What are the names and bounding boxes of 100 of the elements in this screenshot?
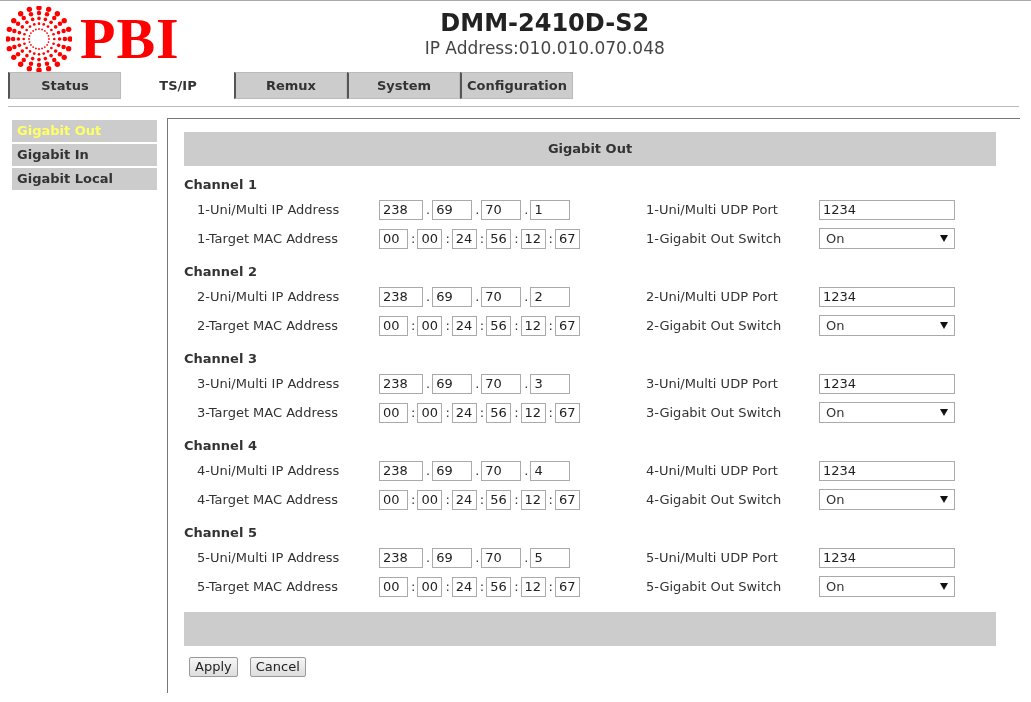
field-label: 1-Uni/Multi UDP Port (646, 200, 779, 219)
input-field[interactable]: 1234 (819, 199, 955, 220)
separator-text: . (474, 287, 481, 306)
separator-text: : (478, 490, 486, 509)
nav-tab[interactable]: System (347, 72, 460, 99)
nav-tab[interactable]: Status (8, 72, 121, 99)
separator-text: : (410, 229, 417, 248)
input-field[interactable]: 24 (451, 228, 477, 249)
input-field[interactable]: 12 (520, 228, 546, 249)
separator-text: : (547, 403, 554, 422)
separator-text: : (513, 403, 520, 422)
input-field[interactable]: 69 (432, 199, 473, 220)
panel-title: Gigabit Out (184, 132, 996, 166)
input-field[interactable]: 67 (554, 228, 580, 249)
channel-heading: Channel 1 (184, 175, 258, 194)
separator-text: . (474, 200, 481, 219)
input-field[interactable]: 12 (520, 315, 546, 336)
input-field[interactable]: 70 (481, 373, 522, 394)
input-field[interactable]: 56 (486, 402, 512, 423)
input-field[interactable]: 12 (520, 576, 546, 597)
input-field[interactable]: 56 (486, 489, 512, 510)
input-field[interactable]: 24 (451, 489, 477, 510)
input-field[interactable]: 24 (451, 402, 477, 423)
field-label: 1-Uni/Multi IP Address (196, 200, 341, 219)
input-field[interactable]: 1234 (819, 547, 955, 568)
input-field[interactable]: 67 (554, 576, 580, 597)
input-field[interactable]: 3 (530, 373, 571, 394)
separator-text: : (478, 403, 486, 422)
separator-text: : (547, 316, 554, 335)
input-field[interactable]: 238 (379, 199, 423, 220)
input-field[interactable]: 00 (417, 315, 443, 336)
action-button[interactable]: Cancel (249, 657, 306, 677)
nav-tab[interactable]: Configuration (460, 72, 573, 99)
input-field[interactable]: 00 (379, 576, 408, 597)
caret-icon (940, 322, 948, 329)
switch-dropdown[interactable]: On (819, 489, 955, 510)
input-field[interactable]: 56 (486, 228, 512, 249)
separator-text: : (410, 577, 417, 596)
switch-dropdown[interactable]: On (819, 315, 955, 336)
input-field[interactable]: 00 (379, 315, 408, 336)
input-field[interactable]: 70 (481, 547, 522, 568)
input-field[interactable]: 1234 (819, 286, 955, 307)
input-field[interactable]: 00 (379, 402, 408, 423)
field-label: 5-Uni/Multi IP Address (196, 548, 341, 567)
input-field[interactable]: 69 (432, 547, 473, 568)
input-field[interactable]: 5 (530, 547, 571, 568)
input-field[interactable]: 56 (486, 315, 512, 336)
switch-dropdown[interactable]: On (819, 576, 955, 597)
action-button[interactable]: Apply (189, 657, 238, 677)
separator-text: . (523, 548, 530, 567)
nav-tab[interactable]: Remux (234, 72, 347, 99)
input-field[interactable]: 00 (417, 576, 443, 597)
separator-text: . (425, 287, 432, 306)
input-field[interactable]: 70 (481, 199, 522, 220)
input-field[interactable]: 24 (451, 576, 477, 597)
input-field[interactable]: 238 (379, 547, 423, 568)
input-field[interactable]: 69 (432, 460, 473, 481)
input-field[interactable]: 00 (379, 228, 408, 249)
switch-dropdown[interactable]: On (819, 228, 955, 249)
field-label: 5-Gigabit Out Switch (646, 577, 783, 596)
field-label: 4-Uni/Multi UDP Port (646, 461, 779, 480)
field-label: 1-Target MAC Address (196, 229, 339, 248)
separator-text: . (474, 461, 481, 480)
input-field[interactable]: 00 (417, 402, 443, 423)
input-field[interactable]: 00 (417, 489, 443, 510)
input-field[interactable]: 69 (432, 286, 473, 307)
separator-text: . (425, 548, 432, 567)
logo: PBI (80, 9, 180, 68)
input-field[interactable]: 1234 (819, 373, 955, 394)
input-field[interactable]: 238 (379, 286, 423, 307)
input-field[interactable]: 238 (379, 460, 423, 481)
input-field[interactable]: 00 (379, 489, 408, 510)
input-field[interactable]: 12 (520, 489, 546, 510)
input-field[interactable]: 1 (530, 199, 571, 220)
field-label: 3-Gigabit Out Switch (646, 403, 783, 422)
separator-text: . (523, 287, 530, 306)
field-label: 4-Target MAC Address (196, 490, 339, 509)
caret-icon (940, 235, 948, 242)
input-field[interactable]: 1234 (819, 460, 955, 481)
separator-text: : (410, 403, 417, 422)
input-field[interactable]: 238 (379, 373, 423, 394)
separator-text: : (478, 229, 486, 248)
field-label: 5-Target MAC Address (196, 577, 339, 596)
sidebar-item[interactable]: Gigabit Local (12, 168, 157, 190)
input-field[interactable]: 69 (432, 373, 473, 394)
input-field[interactable]: 67 (554, 315, 580, 336)
input-field[interactable]: 12 (520, 402, 546, 423)
switch-dropdown[interactable]: On (819, 402, 955, 423)
input-field[interactable]: 70 (481, 460, 522, 481)
channel-heading: Channel 4 (184, 436, 258, 455)
input-field[interactable]: 67 (554, 489, 580, 510)
input-field[interactable]: 4 (530, 460, 571, 481)
input-field[interactable]: 67 (554, 402, 580, 423)
input-field[interactable]: 2 (530, 286, 571, 307)
input-field[interactable]: 00 (417, 228, 443, 249)
input-field[interactable]: 24 (451, 315, 477, 336)
sidebar-item[interactable]: Gigabit In (12, 144, 157, 166)
input-field[interactable]: 56 (486, 576, 512, 597)
input-field[interactable]: 70 (481, 286, 522, 307)
separator-text: : (513, 229, 520, 248)
